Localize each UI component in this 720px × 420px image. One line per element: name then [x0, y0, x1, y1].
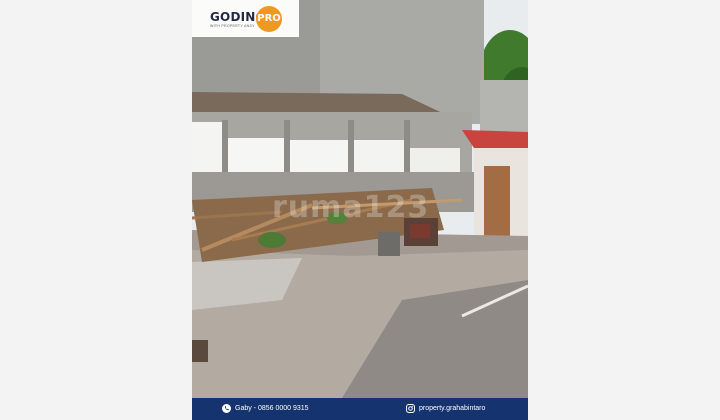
phone-contact[interactable]: Gaby - 0856 0000 9315: [222, 404, 309, 413]
phone-icon: [222, 404, 231, 413]
watermark-text: ruma123: [272, 190, 430, 225]
instagram-text: property.grahabintaro: [419, 405, 486, 412]
contact-footer-bar: Gaby - 0856 0000 9315 property.grahabint…: [192, 398, 528, 420]
instagram-icon: [406, 404, 415, 413]
logo-pro-badge: PRO: [256, 6, 282, 32]
instagram-contact[interactable]: property.grahabintaro: [406, 404, 485, 413]
logo-tagline: WITH PROPERTY ANSY: [210, 24, 255, 28]
brand-logo: GODING PRO WITH PROPERTY ANSY: [192, 0, 299, 37]
listing-photo-card: GODING PRO WITH PROPERTY ANSY ruma123 Ga…: [192, 0, 528, 420]
phone-text: Gaby - 0856 0000 9315: [235, 405, 309, 412]
